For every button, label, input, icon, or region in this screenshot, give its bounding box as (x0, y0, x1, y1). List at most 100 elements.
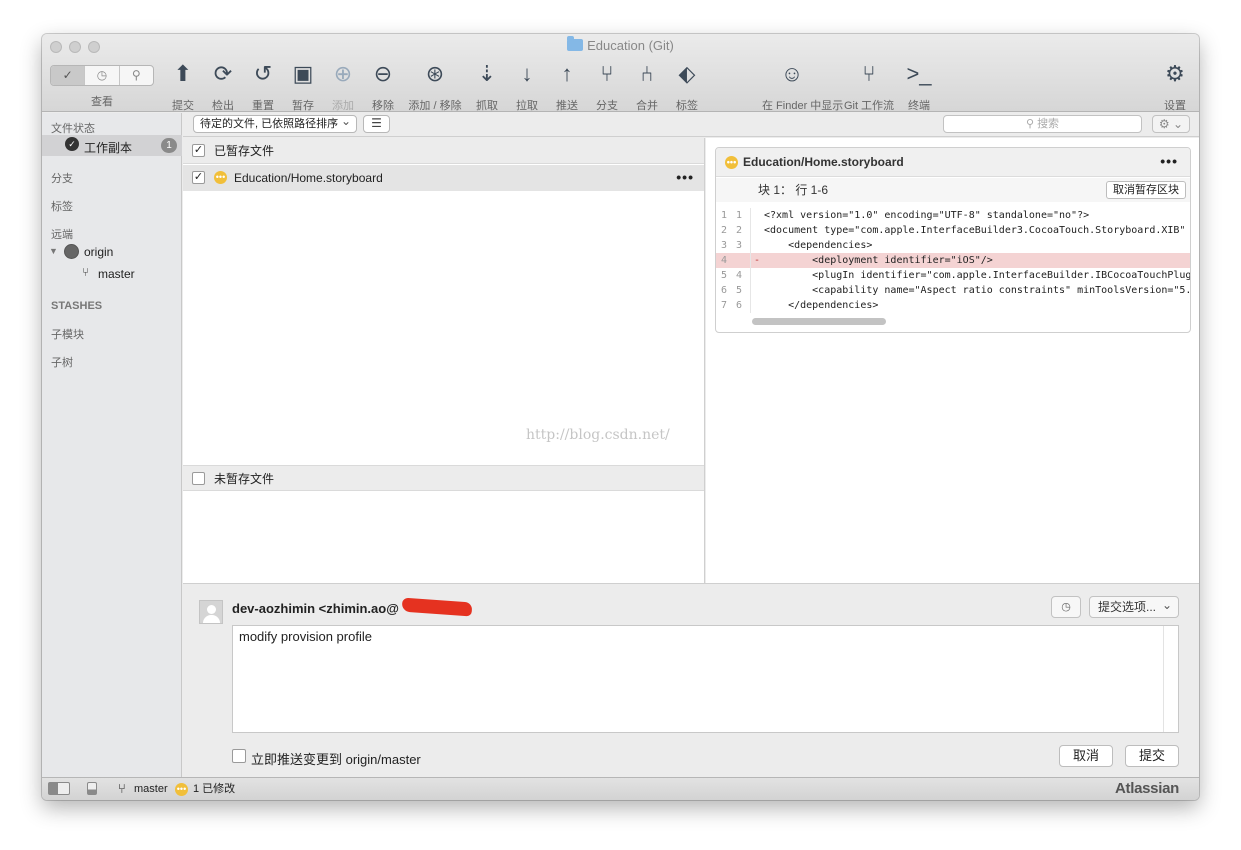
view-search-button[interactable]: ⚲ (120, 66, 153, 85)
terminal-icon: >_ (906, 61, 932, 86)
diff-line[interactable]: 33 <dependencies> (716, 238, 1190, 253)
old-line-number: 6 (721, 285, 728, 296)
diff-line[interactable]: 2 2 <document type="com.apple.InterfaceBui… (716, 223, 1190, 238)
old-line-number: 7 (721, 300, 728, 311)
search-input[interactable]: ⚲ 搜索 (943, 115, 1142, 133)
list-item[interactable]: ✓ ••• Education/Home.storyboard ••• (183, 165, 704, 191)
view-file-status-button[interactable]: ✓ (51, 66, 86, 85)
diff-line-removed[interactable]: 4 - <deployment identifier="iOS"/> (716, 253, 1190, 268)
sidebar-header-file-status[interactable]: 文件状态 (51, 120, 95, 136)
cancel-button[interactable]: 取消 (1059, 745, 1113, 767)
vertical-scrollbar[interactable] (1163, 626, 1178, 732)
diff-line-text: <deployment identifier="iOS"/> (764, 255, 993, 266)
toolbar-button-terminal[interactable]: >_ 终端 (889, 60, 949, 113)
new-line-number: 3 (736, 240, 743, 251)
toolbar: Education (Git) ✓ ◷ ⚲ 查看 ⬆ 提交 ⟳ 检出 ↺ 重置 ▣ 暂存 ⊕ 添加… (42, 34, 1199, 112)
diff-line[interactable]: 54 <plugIn identifier="com.apple.Interfa… (716, 268, 1190, 283)
file-checkbox[interactable]: ✓ (192, 171, 205, 184)
toolbar-button-tag[interactable]: ⬖ 标签 (657, 60, 717, 113)
push-immediately-checkbox[interactable] (232, 749, 246, 763)
unstaged-all-checkbox[interactable] (192, 472, 205, 485)
toolbar-button-gear[interactable]: ⚙ 设置 (1145, 60, 1199, 113)
sidebar-item-remote-master[interactable]: master (98, 267, 135, 281)
sidebar: 文件状态 ✓ 工作副本 1 分支 标签 远端 ▼ origin ⑂ master… (42, 113, 182, 777)
sidebar-header-tags[interactable]: 标签 (51, 198, 73, 214)
watermark: http://blog.csdn.net/ (526, 427, 670, 443)
atlassian-logo: Atlassian (1115, 780, 1179, 797)
unstage-hunk-button[interactable]: 取消暂存区块 (1106, 181, 1186, 199)
diff-line[interactable]: 1 1 <?xml version="1.0" encoding="UTF-8" s… (716, 208, 1190, 223)
sidebar-header-stashes[interactable]: STASHES (51, 300, 102, 312)
branch-icon: ⑂ (118, 781, 126, 796)
diff-file-name: Education/Home.storyboard (743, 155, 904, 169)
gutter-divider (750, 238, 751, 253)
staged-files-header: ✓ 已暂存文件 (183, 138, 704, 164)
view-history-button[interactable]: ◷ (85, 66, 120, 85)
more-options-icon[interactable]: ••• (1160, 148, 1178, 176)
toolbar-button-add-remove[interactable]: ⊛ 添加 / 移除 (405, 60, 465, 113)
commit-button[interactable]: 提交 (1125, 745, 1179, 767)
tag-icon: ⬖ (678, 61, 696, 86)
commit-options-button[interactable]: 提交选项... (1089, 595, 1179, 618)
add-remove-icon: ⊛ (425, 61, 445, 86)
toolbar-button-finder[interactable]: ☺ 在 Finder 中显示 (762, 60, 844, 113)
staged-all-checkbox[interactable]: ✓ (192, 144, 205, 157)
redaction-scribble (401, 597, 473, 617)
diff-code: 1 1 <?xml version="1.0" encoding="UTF-8" s… (716, 208, 1190, 313)
toolbar-label: 移除 (372, 100, 394, 112)
toolbar-label: 在 Finder 中显示 (762, 100, 844, 112)
globe-icon (64, 244, 79, 259)
folder-icon (567, 36, 584, 51)
commit-author: dev-aozhimin <zhimin.ao@ (232, 601, 399, 616)
list-view-button[interactable]: ☰ (363, 115, 390, 133)
finder-icon: ☺ (780, 61, 804, 86)
file-path: Education/Home.storyboard (234, 171, 383, 185)
sidebar-header-branches[interactable]: 分支 (51, 170, 73, 186)
current-branch: master (134, 783, 168, 795)
diff-line[interactable]: 76 </dependencies> (716, 298, 1190, 313)
hunk-label: 块 1： 行 1-6 (758, 183, 829, 197)
sidebar-header-subtrees[interactable]: 子树 (51, 354, 73, 370)
gutter-divider (750, 253, 751, 268)
checkmark-icon: ✓ (65, 137, 79, 151)
disclosure-triangle-icon[interactable]: ▼ (49, 246, 58, 256)
sidebar-item-remote-origin[interactable]: origin (84, 245, 113, 259)
diff-pane: ••• Education/Home.storyboard ••• 块 1： 行… (706, 138, 1199, 583)
modified-status-icon: ••• (725, 156, 738, 169)
more-options-icon[interactable]: ••• (676, 164, 694, 190)
new-line-number: 4 (736, 270, 743, 281)
sidebar-header-submodules[interactable]: 子模块 (51, 326, 84, 342)
avatar (199, 600, 223, 624)
change-count: 1 已修改 (193, 783, 236, 795)
view-segmented-control: ✓ ◷ ⚲ (50, 65, 154, 86)
diff-hunk: ••• Education/Home.storyboard ••• 块 1： 行… (715, 147, 1191, 333)
commit-message-field[interactable]: modify provision profile (232, 625, 1179, 733)
diff-line-text: <dependencies> (764, 240, 873, 251)
gutter-divider (750, 283, 751, 298)
diff-line-text: <plugIn identifier="com.apple.InterfaceB… (764, 270, 1191, 281)
toolbar-button-remove[interactable]: ⊖ 移除 (353, 60, 413, 113)
hunk-header: 块 1： 行 1-6 取消暂存区块 (716, 178, 1190, 202)
window-title: Education (Git) (42, 36, 1199, 53)
horizontal-scrollbar[interactable] (752, 318, 886, 325)
sort-popup[interactable]: 待定的文件, 已依照路径排序 (193, 113, 357, 133)
sidebar-header-remotes[interactable]: 远端 (51, 226, 73, 242)
diff-line-text: </dependencies> (764, 300, 879, 311)
toolbar-label: 终端 (908, 100, 930, 112)
working-copy-badge: 1 (161, 138, 177, 153)
sidebar-item-working-copy-label: 工作副本 (84, 141, 133, 155)
diff-line-text: <document type="com.apple.InterfaceBuild… (764, 225, 1186, 236)
gutter-divider (750, 298, 751, 313)
new-line-number: 5 (736, 285, 743, 296)
settings-popup-button[interactable]: ⚙ ⌄ (1152, 115, 1190, 133)
filter-bar: 待定的文件, 已依照路径排序 ☰ ⚲ 搜索 ⚙ ⌄ (183, 113, 1199, 137)
old-line-number: 1 (721, 210, 728, 221)
toggle-bottom-panel-icon[interactable] (87, 782, 97, 795)
push-immediately-label: 立即推送变更到 origin/master (251, 752, 421, 767)
search-icon: ⚲ (1025, 118, 1038, 130)
diff-line[interactable]: 65 <capability name="Aspect ratio constr… (716, 283, 1190, 298)
toggle-sidebar-icon[interactable] (48, 782, 70, 795)
history-icon[interactable]: ◷ (1051, 596, 1081, 618)
staged-files-label: 已暂存文件 (214, 144, 275, 158)
diff-marker: - (754, 255, 761, 266)
